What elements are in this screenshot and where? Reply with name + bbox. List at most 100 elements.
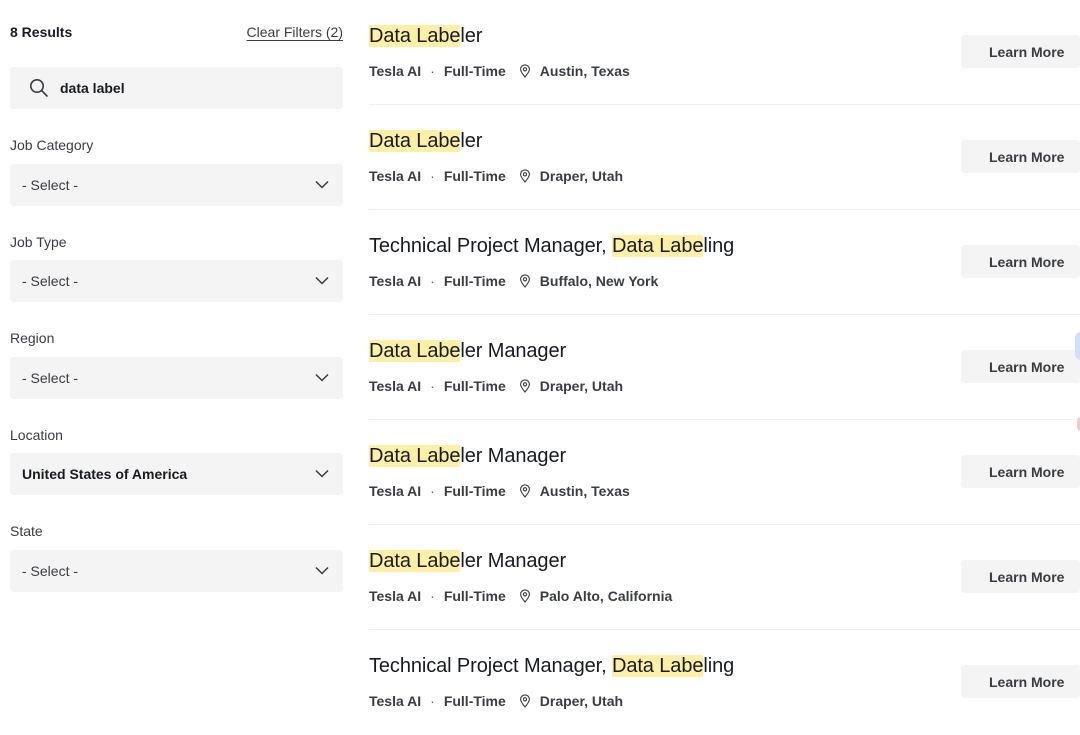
separator-dot: · <box>430 483 435 499</box>
learn-more-button[interactable]: Learn More <box>961 455 1080 488</box>
job-type: Full-Time <box>443 693 506 709</box>
job-title-suffix: ler <box>460 130 483 152</box>
search-highlight: Data Labe <box>611 235 704 257</box>
job-title-suffix: ling <box>703 655 735 677</box>
map-pin-icon <box>519 379 530 393</box>
edge-floating-widget[interactable] <box>1075 332 1080 360</box>
learn-more-button[interactable]: Learn More <box>961 560 1080 593</box>
job-org: Tesla AI <box>369 63 422 79</box>
state-label: State <box>10 523 43 539</box>
job-type: Full-Time <box>443 63 506 79</box>
job-location: Draper, Utah <box>539 693 624 709</box>
job-org: Tesla AI <box>369 378 422 394</box>
region-select[interactable]: - Select - <box>10 357 343 399</box>
separator-dot: · <box>430 588 435 604</box>
job-meta: Tesla AI · Full-Time Buffalo, New York <box>369 273 658 289</box>
job-meta: Tesla AI · Full-Time Austin, Texas <box>369 483 630 499</box>
job-type: Full-Time <box>443 168 506 184</box>
job-title-suffix: ler Manager <box>460 340 567 362</box>
location-select[interactable]: United States of America <box>10 453 343 495</box>
clear-filters-link[interactable]: Clear Filters (2) <box>247 24 343 40</box>
job-meta: Tesla AI · Full-Time Draper, Utah <box>369 693 623 709</box>
state-select[interactable]: - Select - <box>10 550 343 592</box>
map-pin-icon <box>519 169 530 183</box>
job-title-link[interactable]: Technical Project Manager, Data Labeling <box>369 655 734 678</box>
job-type-value: - Select - <box>22 273 79 289</box>
job-location: Austin, Texas <box>539 483 630 499</box>
region-value: - Select - <box>22 370 79 386</box>
job-title-link[interactable]: Data Labeler <box>369 130 482 153</box>
job-org: Tesla AI <box>369 588 422 604</box>
job-meta: Tesla AI · Full-Time Draper, Utah <box>369 378 623 394</box>
job-location: Draper, Utah <box>539 378 624 394</box>
filter-sidebar: 8 Results Clear Filters (2) Job Category… <box>0 0 352 725</box>
learn-more-button[interactable]: Learn More <box>961 665 1080 698</box>
job-meta: Tesla AI · Full-Time Austin, Texas <box>369 63 630 79</box>
job-title-link[interactable]: Data Labeler Manager <box>369 445 566 468</box>
separator-dot: · <box>430 273 435 289</box>
map-pin-icon <box>519 64 530 78</box>
chevron-down-icon <box>315 180 329 189</box>
job-title-link[interactable]: Data Labeler <box>369 25 482 48</box>
job-title-prefix: Technical Project Manager, <box>369 655 612 677</box>
learn-more-button[interactable]: Learn More <box>961 140 1080 173</box>
job-meta: Tesla AI · Full-Time Palo Alto, California <box>369 588 672 604</box>
job-title-suffix: ler <box>460 25 483 47</box>
chevron-down-icon <box>315 566 329 575</box>
job-type: Full-Time <box>443 483 506 499</box>
search-highlight: Data Labe <box>369 25 461 47</box>
job-row: Data Labeler Manager Tesla AI · Full-Time … <box>369 420 1080 525</box>
job-title-suffix: ler Manager <box>460 550 567 572</box>
search-highlight: Data Labe <box>369 130 461 152</box>
job-type: Full-Time <box>443 378 506 394</box>
job-title-link[interactable]: Technical Project Manager, Data Labeling <box>369 235 734 258</box>
job-title-suffix: ling <box>703 235 735 257</box>
results-count: 8 Results <box>10 24 73 40</box>
chevron-down-icon <box>315 469 329 478</box>
separator-dot: · <box>430 693 435 709</box>
job-category-select[interactable]: - Select - <box>10 164 343 206</box>
state-value: - Select - <box>22 563 79 579</box>
job-org: Tesla AI <box>369 273 422 289</box>
job-row: Data Labeler Tesla AI · Full-Time Draper, … <box>369 105 1080 210</box>
map-pin-icon <box>519 589 530 603</box>
job-org: Tesla AI <box>369 483 422 499</box>
job-meta: Tesla AI · Full-Time Draper, Utah <box>369 168 623 184</box>
job-category-value: - Select - <box>22 177 79 193</box>
job-type-label: Job Type <box>10 234 67 250</box>
job-title-prefix: Technical Project Manager, <box>369 235 612 257</box>
job-location: Draper, Utah <box>539 168 624 184</box>
job-row: Data Labeler Manager Tesla AI · Full-Time … <box>369 315 1080 420</box>
search-highlight: Data Labe <box>369 445 461 467</box>
map-pin-icon <box>519 694 530 708</box>
separator-dot: · <box>430 378 435 394</box>
separator-dot: · <box>430 168 435 184</box>
search-box[interactable] <box>10 67 343 109</box>
job-org: Tesla AI <box>369 168 422 184</box>
search-highlight: Data Labe <box>369 550 461 572</box>
job-row: Technical Project Manager, Data Labeling… <box>369 630 1080 735</box>
job-location: Austin, Texas <box>539 63 630 79</box>
job-row: Technical Project Manager, Data Labeling… <box>369 210 1080 315</box>
job-type-select[interactable]: - Select - <box>10 260 343 302</box>
search-highlight: Data Labe <box>369 340 461 362</box>
job-org: Tesla AI <box>369 693 422 709</box>
chevron-down-icon <box>315 276 329 285</box>
map-pin-icon <box>519 274 530 288</box>
region-label: Region <box>10 330 55 346</box>
job-row: Data Labeler Manager Tesla AI · Full-Time … <box>369 525 1080 630</box>
learn-more-button[interactable]: Learn More <box>961 35 1080 68</box>
job-row: Data Labeler Tesla AI · Full-Time Austin, … <box>369 0 1080 105</box>
learn-more-button[interactable]: Learn More <box>961 350 1080 383</box>
job-type: Full-Time <box>443 273 506 289</box>
job-category-label: Job Category <box>10 137 94 153</box>
separator-dot: · <box>430 63 435 79</box>
search-highlight: Data Labe <box>611 655 704 677</box>
job-title-link[interactable]: Data Labeler Manager <box>369 550 566 573</box>
job-location: Palo Alto, California <box>539 588 673 604</box>
learn-more-button[interactable]: Learn More <box>961 245 1080 278</box>
map-pin-icon <box>519 484 530 498</box>
search-icon <box>30 79 48 97</box>
search-input[interactable] <box>60 67 330 109</box>
job-title-link[interactable]: Data Labeler Manager <box>369 340 566 363</box>
